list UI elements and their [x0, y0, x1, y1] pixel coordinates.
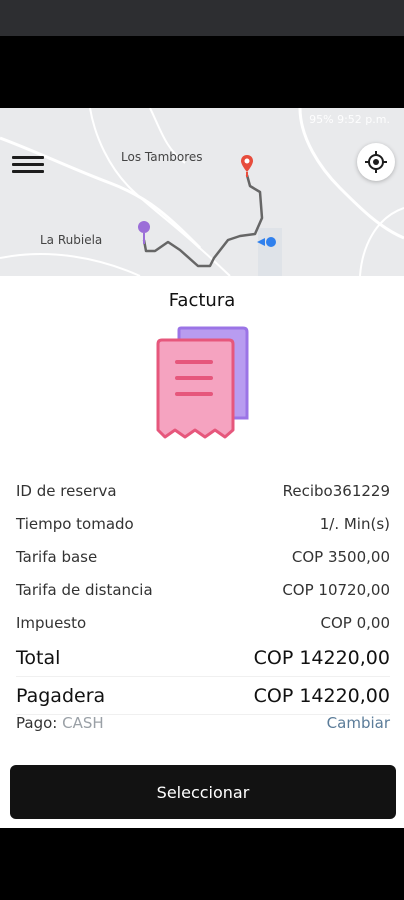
current-location-icon	[257, 237, 276, 247]
payment-label: Pago:	[16, 714, 58, 732]
payment-info: Pago: CASH	[16, 714, 104, 732]
row-base-fare: Tarifa base COP 3500,00	[16, 540, 390, 573]
row-label: Tiempo tomado	[16, 514, 134, 533]
row-value: COP 3500,00	[291, 547, 390, 566]
change-payment-link[interactable]: Cambiar	[327, 714, 390, 732]
origin-pin-icon	[138, 221, 150, 244]
row-reservation-id: ID de reserva Recibo361229	[16, 474, 390, 507]
row-time-taken: Tiempo tomado 1/. Min(s)	[16, 507, 390, 540]
payment-row: Pago: CASH Cambiar	[16, 714, 390, 732]
total-value: COP 14220,00	[253, 646, 390, 669]
row-payable: Pagadera COP 14220,00	[16, 677, 390, 715]
invoice-title: Factura	[168, 290, 236, 311]
map-view[interactable]: 95% 9:52 p.m. Los Tambores La Rubiela	[0, 108, 404, 276]
row-label: ID de reserva	[16, 481, 117, 500]
destination-pin-icon	[241, 155, 253, 177]
row-value: COP 0,00	[320, 613, 391, 632]
invoice-details: ID de reserva Recibo361229 Tiempo tomado…	[16, 474, 390, 715]
row-label: Tarifa de distancia	[16, 580, 153, 599]
payment-method: CASH	[62, 714, 104, 732]
row-tax: Impuesto COP 0,00	[16, 606, 390, 639]
row-label: Tarifa base	[16, 547, 98, 566]
menu-icon	[12, 156, 44, 173]
payable-value: COP 14220,00	[253, 684, 390, 707]
payable-label: Pagadera	[16, 684, 106, 707]
total-label: Total	[16, 646, 61, 669]
locate-button[interactable]	[357, 143, 395, 181]
select-button[interactable]: Seleccionar	[10, 765, 396, 819]
row-value: COP 10720,00	[282, 580, 390, 599]
locate-icon	[365, 151, 387, 173]
receipt-icon	[156, 326, 249, 439]
menu-button[interactable]	[12, 152, 44, 176]
place-label-los-tambores: Los Tambores	[121, 150, 203, 164]
status-bar: 95% 9:52 p.m.	[309, 113, 390, 126]
row-value: Recibo361229	[282, 481, 390, 500]
row-value: 1/. Min(s)	[319, 514, 390, 533]
row-distance-fare: Tarifa de distancia COP 10720,00	[16, 573, 390, 606]
map-roads	[0, 108, 404, 276]
top-bar	[0, 0, 404, 36]
place-label-la-rubiela: La Rubiela	[40, 233, 103, 247]
row-total: Total COP 14220,00	[16, 639, 390, 677]
app-screen: 95% 9:52 p.m. Los Tambores La Rubiela Fa…	[0, 108, 404, 828]
row-label: Impuesto	[16, 613, 87, 632]
